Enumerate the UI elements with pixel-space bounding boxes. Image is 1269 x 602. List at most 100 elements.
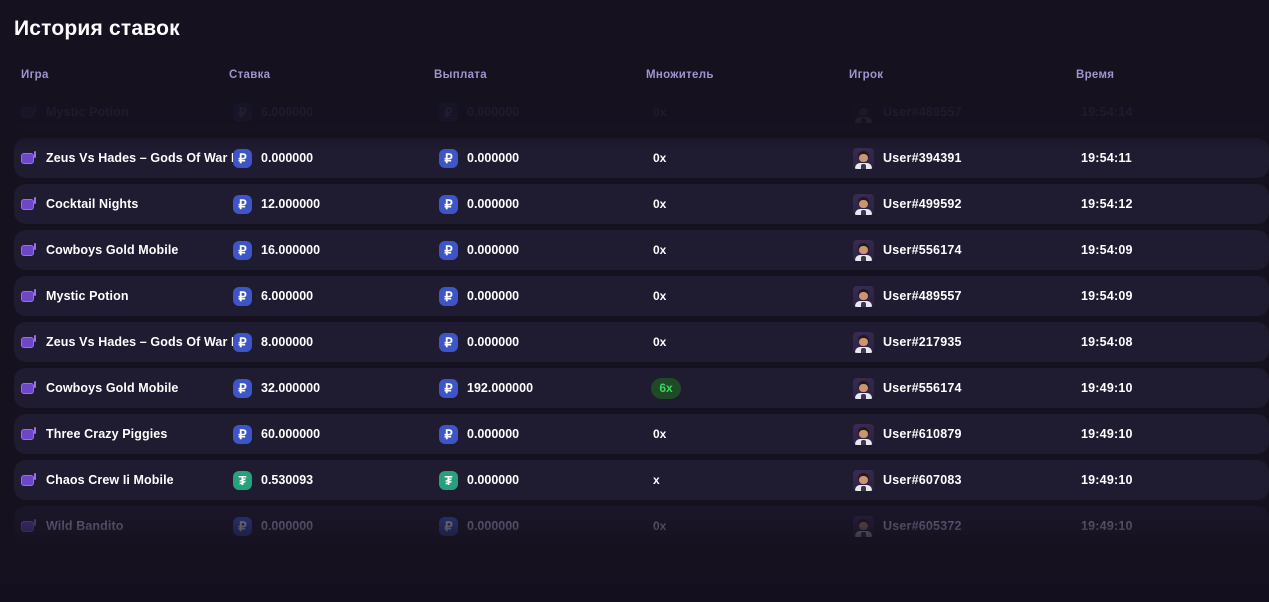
payout-amount: 0.000000 [467, 243, 520, 257]
table-row[interactable]: Zeus Vs Hades – Gods Of War M ₽8.000000 ₽0… [14, 322, 1269, 362]
payout-amount: 0.000000 [467, 151, 520, 165]
cell-game: Chaos Crew Ii Mobile [21, 473, 233, 487]
cell-multiplier: 6x [651, 377, 853, 399]
player-name[interactable]: User#489557 [883, 105, 962, 119]
cell-time: 19:54:12 [1081, 197, 1261, 211]
cell-game: Cowboys Gold Mobile [21, 381, 233, 395]
cell-payout: ₽0.000000 [439, 102, 651, 122]
column-header-player: Игрок [849, 69, 884, 81]
cell-bet: ₽6.000000 [233, 102, 439, 122]
currency-rub-icon: ₽ [233, 286, 252, 306]
game-screen-icon [21, 243, 36, 257]
column-header-bet: Ставка [229, 69, 271, 81]
payout-amount: 0.000000 [467, 335, 520, 349]
player-name[interactable]: User#556174 [883, 243, 962, 257]
player-name[interactable]: User#489557 [883, 289, 962, 303]
cell-bet: ₽0.000000 [233, 516, 439, 536]
player-name[interactable]: User#499592 [883, 197, 962, 211]
cell-time: 19:49:10 [1081, 519, 1261, 533]
cell-bet: ₮ 0.530093 [233, 470, 439, 490]
payout-amount: 0.000000 [467, 197, 520, 211]
player-name[interactable]: User#610879 [883, 427, 962, 441]
player-name[interactable]: User#556174 [883, 381, 962, 395]
cell-payout: ₽192.000000 [439, 378, 651, 398]
bet-history-list-viewport[interactable]: Mystic Potion ₽6.000000 ₽0.000000 0x User#48… [0, 92, 1269, 580]
game-screen-icon [21, 381, 36, 395]
player-name[interactable]: User#605372 [883, 519, 962, 533]
cell-bet: ₽16.000000 [233, 240, 439, 260]
currency-rub-icon: ₽ [439, 516, 458, 536]
table-row[interactable]: Mystic Potion ₽6.000000 ₽0.000000 0x User#48… [14, 92, 1269, 132]
cell-bet: ₽60.000000 [233, 424, 439, 444]
bet-time: 19:49:10 [1081, 473, 1133, 487]
multiplier-value: 0x [653, 519, 667, 533]
cell-multiplier: 0x [651, 105, 853, 119]
game-screen-icon [21, 335, 36, 349]
cell-time: 19:49:10 [1081, 381, 1261, 395]
cell-multiplier: 0x [651, 335, 853, 349]
table-row[interactable]: Cowboys Gold Mobile ₽32.000000 ₽192.000000… [14, 368, 1269, 408]
cell-player: User#607083 [853, 469, 1081, 491]
currency-rub-icon: ₽ [439, 148, 458, 168]
table-row[interactable]: Mystic Potion ₽6.000000 ₽0.000000 0x User#48… [14, 276, 1269, 316]
cell-time: 19:54:11 [1081, 151, 1261, 165]
currency-rub-icon: ₽ [439, 240, 458, 260]
currency-rub-icon: ₽ [233, 148, 252, 168]
cell-game: Three Crazy Piggies [21, 427, 233, 441]
cell-multiplier: 0x [651, 151, 853, 165]
page-title: История ставок [14, 17, 180, 40]
currency-rub-icon: ₽ [233, 516, 252, 536]
game-screen-icon [21, 427, 36, 441]
avatar [853, 515, 874, 537]
bet-time: 19:49:10 [1081, 519, 1133, 533]
column-header-multiplier: Множитель [646, 69, 714, 81]
currency-rub-icon: ₽ [233, 240, 252, 260]
cell-game: Cowboys Gold Mobile [21, 243, 233, 257]
bet-time: 19:49:10 [1081, 381, 1133, 395]
game-name: Mystic Potion [46, 105, 129, 119]
cell-time: 19:49:10 [1081, 473, 1261, 487]
avatar [853, 101, 874, 123]
table-row[interactable]: Wild Bandito ₽0.000000 ₽0.000000 0x User#605… [14, 506, 1269, 546]
table-row[interactable]: Three Crazy Piggies ₽60.000000 ₽0.000000 0x… [14, 414, 1269, 454]
cell-payout: ₽0.000000 [439, 516, 651, 536]
game-name: Wild Bandito [46, 519, 124, 533]
table-row[interactable]: Cowboys Gold Mobile ₽16.000000 ₽0.000000 0x… [14, 230, 1269, 270]
table-row[interactable]: Cocktail Nights ₽12.000000 ₽0.000000 0x User… [14, 184, 1269, 224]
cell-game: Mystic Potion [21, 289, 233, 303]
game-name: Chaos Crew Ii Mobile [46, 473, 174, 487]
table-row[interactable]: Zeus Vs Hades – Gods Of War M ₽0.000000 ₽0… [14, 138, 1269, 178]
bet-amount: 8.000000 [261, 335, 314, 349]
player-name[interactable]: User#394391 [883, 151, 962, 165]
currency-rub-icon: ₽ [233, 378, 252, 398]
cell-multiplier: 0x [651, 243, 853, 257]
avatar [853, 239, 874, 261]
table-row[interactable]: Chaos Crew Ii Mobile ₮ 0.530093 ₮ 0.000000 x U… [14, 460, 1269, 500]
avatar [853, 147, 874, 169]
multiplier-value: 0x [653, 427, 667, 441]
currency-rub-icon: ₽ [439, 424, 458, 444]
bet-time: 19:54:09 [1081, 243, 1133, 257]
cell-multiplier: 0x [651, 289, 853, 303]
multiplier-value: 0x [653, 289, 667, 303]
currency-rub-icon: ₽ [439, 286, 458, 306]
game-screen-icon [21, 197, 36, 211]
cell-player: User#556174 [853, 377, 1081, 399]
table-header-row: Игра Ставка Выплата Множитель Игрок Врем… [0, 58, 1269, 92]
cell-player: User#489557 [853, 285, 1081, 307]
title-bar: История ставок [0, 0, 1269, 58]
game-name: Cowboys Gold Mobile [46, 381, 179, 395]
player-name[interactable]: User#607083 [883, 473, 962, 487]
cell-multiplier: x [651, 473, 853, 487]
payout-amount: 0.000000 [467, 519, 520, 533]
player-name[interactable]: User#217935 [883, 335, 962, 349]
cell-player: User#499592 [853, 193, 1081, 215]
multiplier-value: 0x [653, 243, 667, 257]
currency-rub-icon: ₽ [233, 102, 252, 122]
payout-amount: 192.000000 [467, 381, 534, 395]
bet-amount: 6.000000 [261, 289, 314, 303]
cell-multiplier: 0x [651, 519, 853, 533]
column-header-payout: Выплата [434, 69, 487, 81]
avatar [853, 469, 874, 491]
bet-amount: 16.000000 [261, 243, 321, 257]
